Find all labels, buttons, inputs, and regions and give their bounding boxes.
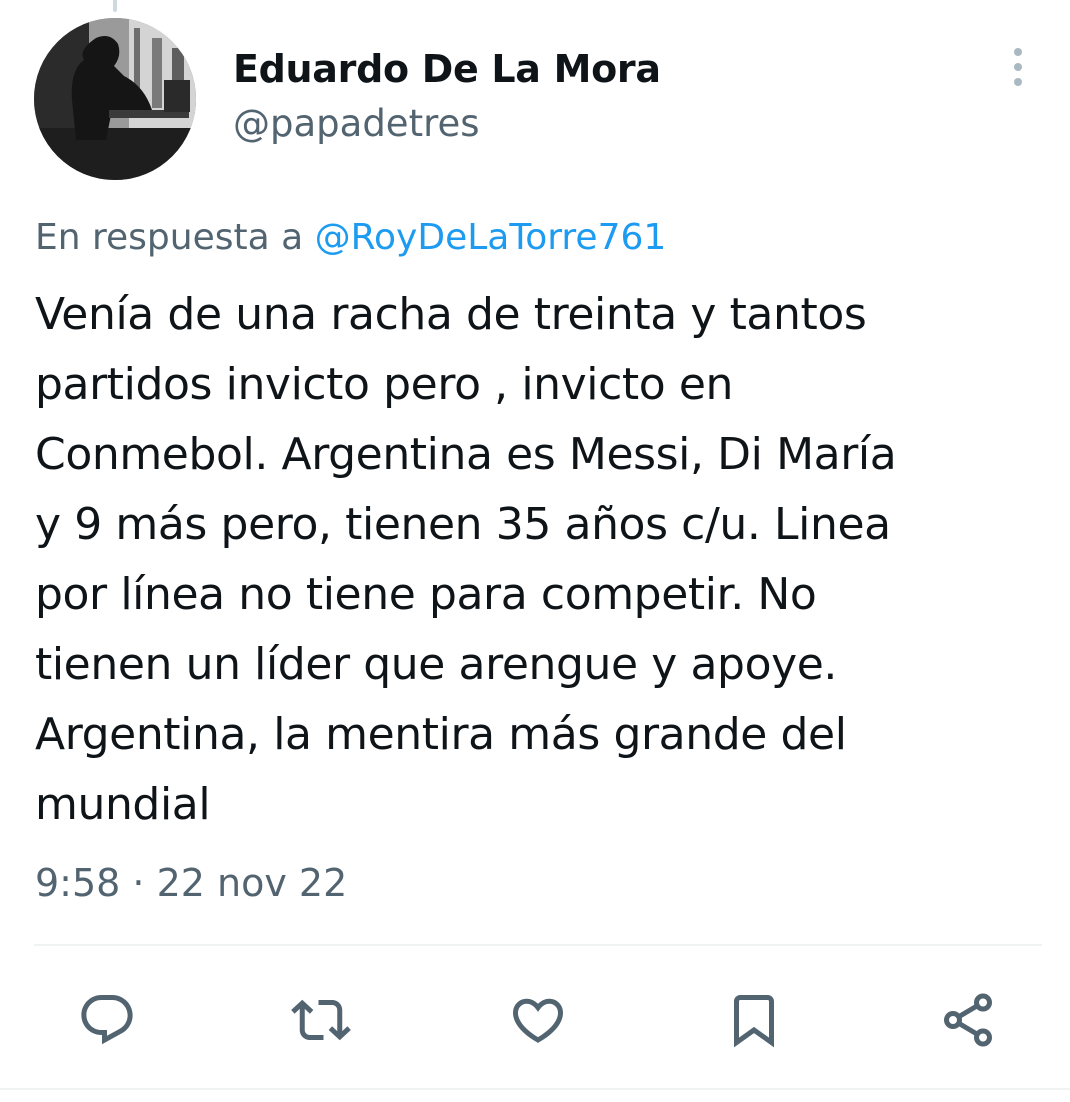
divider (0, 1088, 1070, 1090)
tweet-text: Venía de una racha de treinta y tantos p… (35, 280, 1045, 840)
author-name[interactable]: Eduardo De La Mora (233, 42, 661, 96)
retweet-icon (291, 999, 351, 1041)
like-icon (512, 998, 564, 1043)
tweet-text-line: Venía de una racha de treinta y tantos (35, 289, 867, 340)
action-bar (0, 982, 1070, 1058)
bookmark-button[interactable] (716, 982, 792, 1058)
more-vertical-icon (1014, 48, 1022, 86)
avatar-photo (34, 18, 196, 180)
tweet-text-line: partidos invicto pero , invicto en (35, 359, 734, 410)
tweet-text-line: mundial (35, 779, 211, 830)
divider (34, 944, 1042, 946)
bookmark-icon (734, 995, 774, 1048)
share-button[interactable] (930, 982, 1006, 1058)
share-icon (944, 993, 992, 1047)
avatar[interactable] (34, 18, 196, 180)
reply-icon (81, 995, 133, 1045)
tweet-text-line: Argentina, la mentira más grande del (35, 709, 847, 760)
reply-target-link[interactable]: @RoyDeLaTorre761 (315, 217, 667, 258)
reply-context: En respuesta a @RoyDeLaTorre761 (35, 212, 666, 264)
tweet-text-line: y 9 más pero, tienen 35 años c/u. Linea (35, 499, 891, 550)
like-button[interactable] (500, 982, 576, 1058)
more-options-button[interactable] (1002, 44, 1034, 90)
thread-connector (113, 0, 117, 12)
tweet-timestamp[interactable]: 9:58 · 22 nov 22 (35, 856, 347, 910)
tweet-text-line: por línea no tiene para competir. No (35, 569, 817, 620)
reply-prefix: En respuesta a (35, 217, 304, 258)
retweet-button[interactable] (283, 982, 359, 1058)
tweet-detail: Eduardo De La Mora @papadetres En respue… (0, 0, 1070, 1102)
reply-button[interactable] (69, 982, 145, 1058)
tweet-text-line: tienen un líder que arengue y apoye. (35, 639, 837, 690)
author-handle[interactable]: @papadetres (233, 98, 480, 150)
tweet-text-line: Conmebol. Argentina es Messi, Di María (35, 429, 897, 480)
